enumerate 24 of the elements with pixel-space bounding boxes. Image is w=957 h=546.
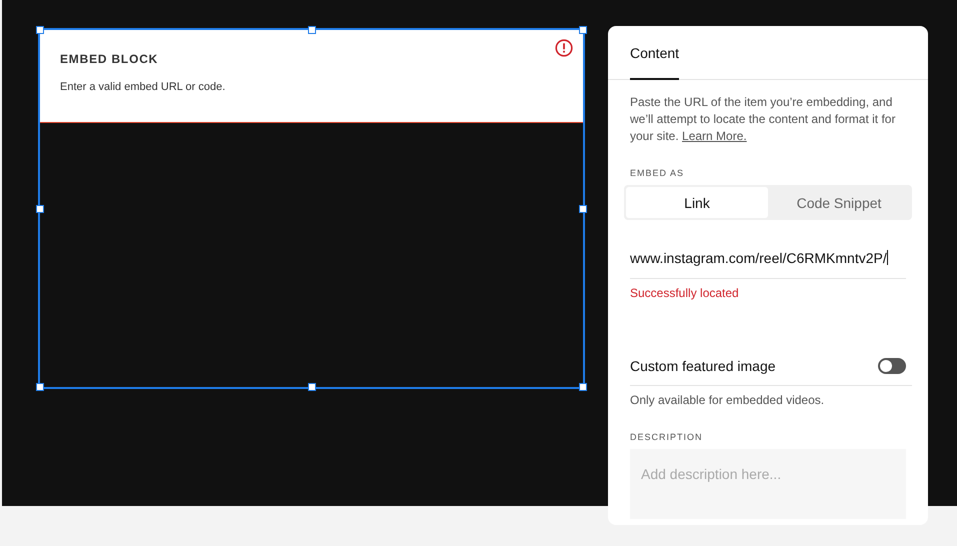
block-title: EMBED BLOCK	[60, 52, 160, 66]
toggle-label: Custom featured image	[630, 358, 776, 374]
learn-more-link[interactable]: Learn More.	[682, 129, 747, 143]
segment-option[interactable]: Link	[626, 187, 768, 218]
tab[interactable]: Content	[630, 26, 680, 80]
resize-handle[interactable]	[579, 26, 587, 34]
section-label: DESCRIPTION	[630, 432, 704, 442]
url-field[interactable]: www.instagram.com/reel/C6RMKmntv2P/	[630, 220, 906, 279]
status-message: Successfully located	[630, 286, 740, 300]
resize-handle[interactable]	[36, 383, 44, 391]
embed-block[interactable]: EMBED BLOCK Enter a valid embed URL or code.	[38, 28, 585, 389]
toggle-switch[interactable]	[878, 358, 906, 374]
help-text: Only available for embedded videos.	[630, 393, 826, 407]
resize-handle[interactable]	[579, 204, 587, 212]
block-message: Enter a valid embed URL or code.	[60, 81, 226, 93]
resize-handle[interactable]	[36, 26, 44, 34]
resize-handle[interactable]	[579, 383, 587, 391]
intro-text: Paste the URL of the item you’re embedding, and we’ll attempt to locate the content and format it for your site. Learn More.	[630, 94, 896, 145]
description-field[interactable]: Add description here...	[630, 449, 906, 519]
section-label: EMBED AS	[630, 168, 686, 178]
segment-option[interactable]: Code Snippet	[768, 187, 910, 218]
resize-handle[interactable]	[308, 383, 316, 391]
resize-handle[interactable]	[308, 26, 316, 34]
resize-handle[interactable]	[36, 204, 44, 212]
